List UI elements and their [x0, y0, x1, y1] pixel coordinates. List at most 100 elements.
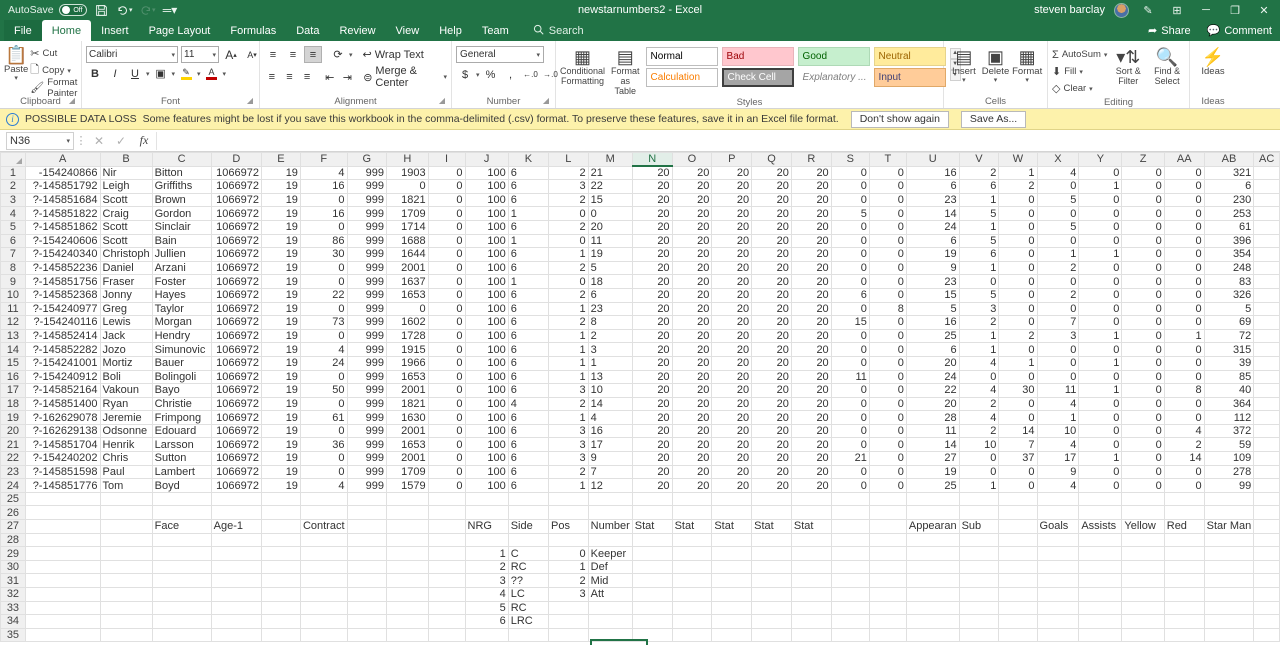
- paste-dropdown-icon[interactable]: ▾: [14, 75, 18, 83]
- cell-S10[interactable]: 6: [830, 287, 870, 303]
- cell-S11[interactable]: 0: [830, 301, 870, 317]
- column-header-ab[interactable]: AB: [1203, 152, 1255, 167]
- cell-Q15[interactable]: 20: [751, 355, 792, 371]
- cell-AA8[interactable]: 0: [1163, 260, 1205, 276]
- cell-AC8[interactable]: [1253, 260, 1280, 276]
- cell-A1[interactable]: -154240866: [24, 165, 101, 181]
- cell-E3[interactable]: 19: [260, 192, 301, 208]
- cell-T14[interactable]: 0: [868, 342, 907, 357]
- cell-F31[interactable]: [299, 573, 348, 588]
- cell-Q24[interactable]: 20: [751, 478, 792, 493]
- cell-P10[interactable]: 20: [711, 287, 753, 303]
- cell-N2[interactable]: 20: [631, 179, 673, 194]
- cell-H35[interactable]: [386, 627, 429, 643]
- cell-K21[interactable]: 6: [507, 437, 550, 453]
- cell-T24[interactable]: 0: [868, 478, 907, 493]
- percent-style-icon[interactable]: %: [482, 66, 500, 83]
- cell-AB24[interactable]: 99: [1203, 478, 1255, 493]
- cell-J21[interactable]: 100: [464, 437, 509, 453]
- cell-AC33[interactable]: [1253, 600, 1280, 616]
- cell-D10[interactable]: 1066972: [210, 287, 262, 303]
- cell-V19[interactable]: 4: [958, 410, 1000, 425]
- column-header-g[interactable]: G: [346, 152, 388, 167]
- cell-S21[interactable]: 0: [830, 437, 870, 453]
- cell-H30[interactable]: [386, 559, 429, 575]
- row-header-19[interactable]: 19: [0, 410, 26, 425]
- tab-review[interactable]: Review: [329, 20, 385, 41]
- cell-L19[interactable]: 1: [548, 410, 589, 425]
- cell-D32[interactable]: [210, 587, 262, 602]
- cell-B20[interactable]: Odsonne: [99, 423, 153, 439]
- cell-Y26[interactable]: [1078, 505, 1123, 521]
- cell-O20[interactable]: 20: [671, 423, 713, 439]
- ribbon-display-options-icon[interactable]: ✎: [1138, 4, 1158, 17]
- cell-J31[interactable]: 3: [464, 573, 509, 588]
- cell-S13[interactable]: 0: [830, 328, 870, 344]
- cell-Q14[interactable]: 20: [751, 342, 792, 357]
- tab-team[interactable]: Team: [472, 20, 519, 41]
- cell-R27[interactable]: Stat: [790, 519, 832, 534]
- cell-M15[interactable]: 1: [587, 355, 633, 371]
- table-row[interactable]: 3 ?-145851684 Scott Brown 1066972 19 0 999 1821 0…: [0, 192, 1280, 208]
- cell-AA1[interactable]: 0: [1163, 165, 1205, 181]
- cell-Q35[interactable]: [751, 627, 792, 643]
- cell-V33[interactable]: [958, 600, 1000, 616]
- cell-F14[interactable]: 4: [299, 342, 348, 357]
- cell-K23[interactable]: 6: [507, 464, 550, 480]
- row-header-4[interactable]: 4: [0, 206, 26, 221]
- cell-E4[interactable]: 19: [260, 206, 301, 221]
- cell-G21[interactable]: 999: [346, 437, 388, 453]
- cell-N21[interactable]: 20: [631, 437, 673, 453]
- cell-T27[interactable]: [868, 519, 907, 534]
- cell-B24[interactable]: Tom: [99, 478, 153, 493]
- cell-D1[interactable]: 1066972: [210, 165, 262, 181]
- cell-F1[interactable]: 4: [299, 165, 348, 181]
- cell-A16[interactable]: ?-154240912: [24, 369, 101, 385]
- cell-T16[interactable]: 0: [868, 369, 907, 385]
- cell-K9[interactable]: 1: [507, 274, 550, 289]
- cell-O7[interactable]: 20: [671, 247, 713, 262]
- cell-F8[interactable]: 0: [299, 260, 348, 276]
- cell-H1[interactable]: 1903: [386, 165, 429, 181]
- row-header-2[interactable]: 2: [0, 179, 26, 194]
- cell-P28[interactable]: [711, 532, 753, 548]
- format-painter-button[interactable]: 🖌 Format Painter: [30, 77, 77, 99]
- cell-F11[interactable]: 0: [299, 301, 348, 317]
- align-middle-icon[interactable]: ≡: [284, 46, 302, 63]
- cell-B18[interactable]: Ryan: [99, 396, 153, 412]
- cell-V9[interactable]: 0: [958, 274, 1000, 289]
- cell-AA10[interactable]: 0: [1163, 287, 1205, 303]
- column-header-t[interactable]: T: [868, 152, 907, 167]
- cell-G9[interactable]: 999: [346, 274, 388, 289]
- cell-F9[interactable]: 0: [299, 274, 348, 289]
- cell-F20[interactable]: 0: [299, 423, 348, 439]
- table-row[interactable]: 11 ?-154240977 Greg Taylor 1066972 19 0 999 0 0 10…: [0, 301, 1280, 317]
- cell-N17[interactable]: 20: [631, 383, 673, 398]
- cell-N22[interactable]: 20: [631, 451, 673, 466]
- cell-T26[interactable]: [868, 505, 907, 521]
- cell-G29[interactable]: [346, 546, 388, 561]
- font-size-dropdown-icon[interactable]: ▾: [212, 51, 216, 59]
- cell-W17[interactable]: 30: [998, 383, 1038, 398]
- cell-C15[interactable]: Bauer: [151, 355, 212, 371]
- cell-W3[interactable]: 0: [998, 192, 1038, 208]
- cell-S28[interactable]: [830, 532, 870, 548]
- cell-U34[interactable]: [905, 614, 960, 629]
- cell-L4[interactable]: 0: [548, 206, 589, 221]
- cell-M24[interactable]: 12: [587, 478, 633, 493]
- cell-M23[interactable]: 7: [587, 464, 633, 480]
- cell-I28[interactable]: [427, 532, 466, 548]
- comments-button[interactable]: 💬 Comment: [1199, 20, 1280, 41]
- cell-G17[interactable]: 999: [346, 383, 388, 398]
- cell-Y14[interactable]: 0: [1078, 342, 1123, 357]
- cell-Y1[interactable]: 0: [1078, 165, 1123, 181]
- cell-H9[interactable]: 1637: [386, 274, 429, 289]
- cell-B10[interactable]: Jonny: [99, 287, 153, 303]
- cell-P12[interactable]: 20: [711, 315, 753, 330]
- cell-R1[interactable]: 20: [790, 165, 832, 181]
- cell-Z15[interactable]: 0: [1121, 355, 1165, 371]
- row-header-3[interactable]: 3: [0, 192, 26, 208]
- cell-J24[interactable]: 100: [464, 478, 509, 493]
- cell-S31[interactable]: [830, 573, 870, 588]
- row-header-35[interactable]: 35: [0, 627, 26, 643]
